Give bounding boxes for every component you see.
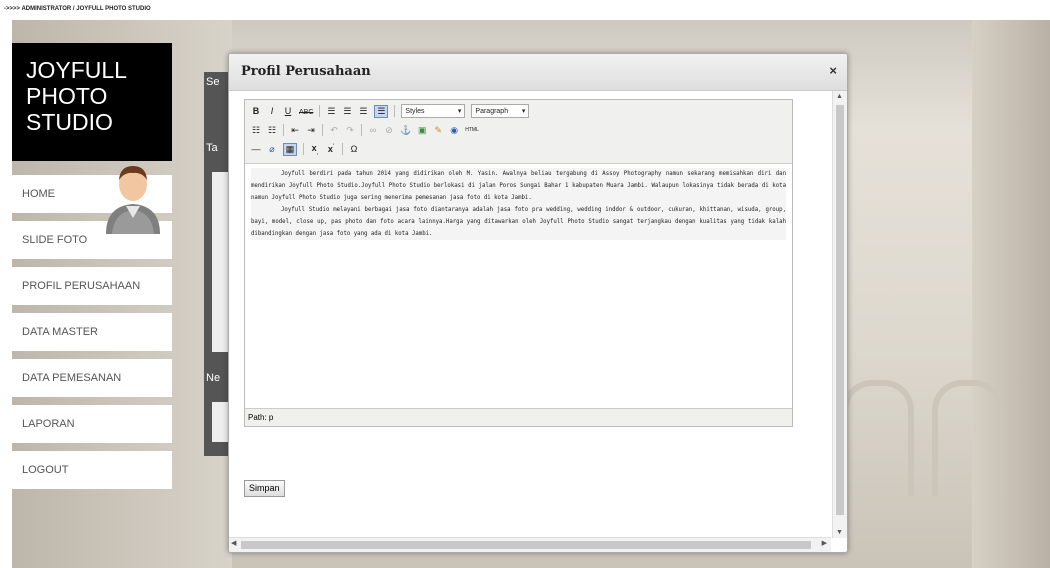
menu-item-laporan[interactable]: LAPORAN [12,405,172,443]
breadcrumb: ->>>> ADMINISTRATOR / JOYFULL PHOTO STUD… [0,0,1050,20]
horizontal-scrollbar[interactable]: ◀ ▶ [229,537,831,552]
remove-format-icon[interactable]: ⌀ [267,144,277,155]
styles-select[interactable]: Styles ▾ [401,104,466,118]
format-select-value: Paragraph [475,107,509,115]
dialog-header: Profil Perusahaan × [229,54,847,91]
special-char-icon[interactable]: Ω [349,144,359,154]
close-icon[interactable]: × [829,63,837,78]
horizontal-rule-icon[interactable]: — [251,144,261,154]
simpan-button[interactable]: Simpan [244,480,285,497]
brand-line-2: PHOTO [26,83,108,109]
undo-icon[interactable]: ↶ [329,125,339,136]
scroll-up-icon[interactable]: ▲ [836,93,843,100]
scroll-left-icon[interactable]: ◀ [231,539,236,547]
numbered-list-icon[interactable]: ☷ [267,125,277,136]
user-avatar-icon [106,166,160,234]
vertical-scroll-thumb[interactable] [836,105,844,515]
bullet-list-icon[interactable]: ☷ [251,125,261,136]
align-justify-icon[interactable]: ☰ [374,104,389,118]
content-paragraph: Joyfull Studio melayani berbagai jasa fo… [251,207,786,237]
align-center-icon[interactable]: ☰ [342,106,352,117]
dialog-title: Profil Perusahaan [241,64,371,79]
behind-text-2: Ta [206,142,218,154]
profil-perusahaan-dialog: Profil Perusahaan × B I U ABC ☰ ☰ ☰ ☰ St… [228,53,848,553]
cleanup-icon[interactable]: ✎ [433,125,443,136]
behind-text-3: Ne [206,372,221,384]
underline-icon[interactable]: U [283,106,293,116]
unlink-icon[interactable]: ⊘ [384,125,394,136]
brand-line-1: JOYFULL [26,57,127,83]
menu-item-profil-perusahaan[interactable]: PROFIL PERUSAHAAN [12,267,172,305]
bold-icon[interactable]: B [251,106,261,116]
editor-toolbar: B I U ABC ☰ ☰ ☰ ☰ Styles ▾ Paragraph ▾ ☷… [245,100,792,164]
indent-icon[interactable]: ⇥ [306,125,316,136]
align-right-icon[interactable]: ☰ [358,106,368,117]
chevron-down-icon: ▾ [521,108,526,115]
subscript-icon[interactable]: x, [310,143,320,156]
dialog-body: B I U ABC ☰ ☰ ☰ ☰ Styles ▾ Paragraph ▾ ☷… [229,91,831,533]
align-left-icon[interactable]: ☰ [326,106,336,117]
visual-aid-icon[interactable]: ▦ [283,142,297,156]
styles-select-value: Styles [405,107,425,115]
brand-line-3: STUDIO [26,109,113,135]
strikethrough-icon[interactable]: ABC [299,106,313,116]
menu-item-data-master[interactable]: DATA MASTER [12,313,172,351]
italic-icon[interactable]: I [267,106,277,116]
horizontal-scroll-thumb[interactable] [241,541,811,549]
outdent-icon[interactable]: ⇤ [290,125,300,136]
content-paragraph: Joyfull berdiri pada tahun 2014 yang did… [251,171,786,201]
brand-logo: JOYFULL PHOTO STUDIO [12,43,172,161]
editor-content-area[interactable]: Joyfull berdiri pada tahun 2014 yang did… [245,164,792,406]
format-select[interactable]: Paragraph ▾ [471,104,530,118]
chevron-down-icon: ▾ [457,108,462,115]
link-icon[interactable]: ∞ [368,125,378,135]
editor-path-bar: Path: p [245,408,792,426]
behind-text-1: Se [206,76,220,88]
help-icon[interactable]: ◉ [449,125,459,136]
menu-item-data-pemesanan[interactable]: DATA PEMESANAN [12,359,172,397]
menu-item-logout[interactable]: LOGOUT [12,451,172,489]
image-icon[interactable]: ▣ [417,125,427,136]
rich-text-editor: B I U ABC ☰ ☰ ☰ ☰ Styles ▾ Paragraph ▾ ☷… [244,99,793,427]
editor-text[interactable]: Joyfull berdiri pada tahun 2014 yang did… [251,168,786,240]
anchor-icon[interactable]: ⚓ [400,125,411,136]
vertical-scrollbar[interactable]: ▲ ▼ [832,91,847,538]
redo-icon[interactable]: ↷ [345,125,355,136]
html-source-icon[interactable]: HTML [465,127,479,133]
scroll-right-icon[interactable]: ▶ [822,539,827,547]
scroll-down-icon[interactable]: ▼ [836,529,843,536]
superscript-icon[interactable]: x' [326,144,336,154]
